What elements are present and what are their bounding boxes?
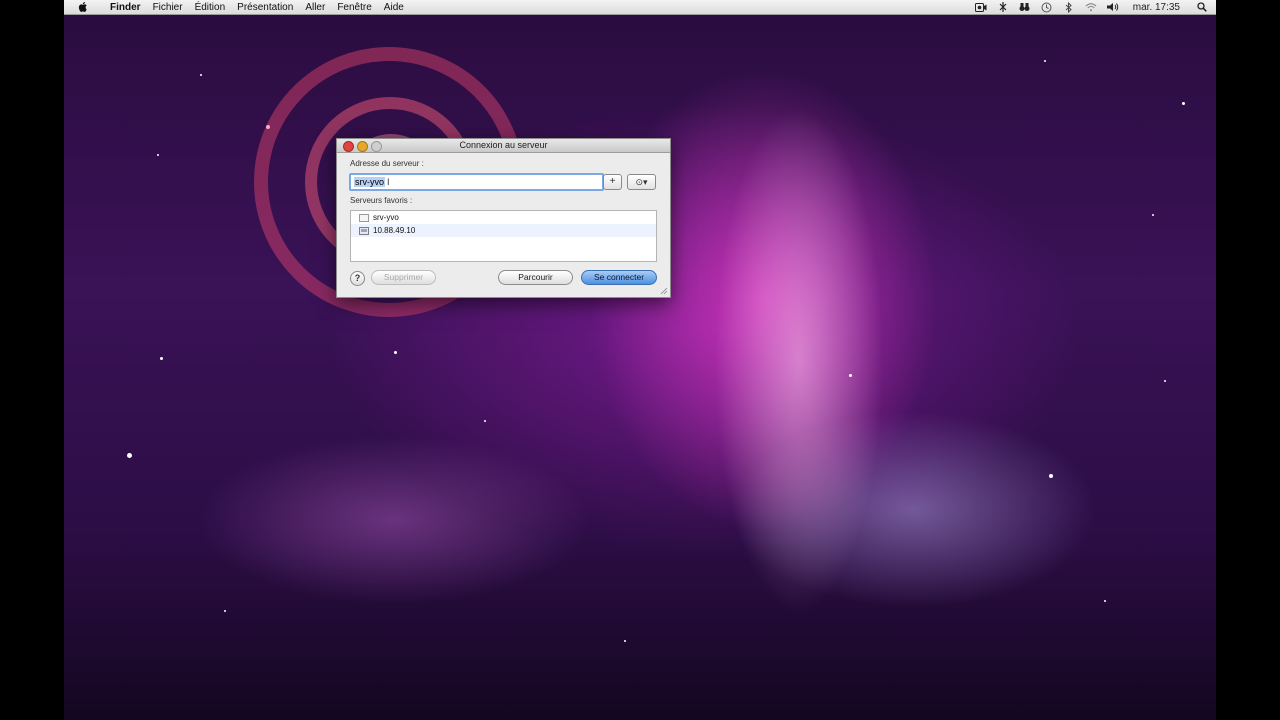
star (849, 374, 852, 377)
star (1152, 214, 1154, 216)
menu-aller[interactable]: Aller (299, 2, 331, 13)
star (1104, 600, 1106, 602)
favorite-server-name: 10.88.49.10 (373, 226, 416, 235)
dialog-titlebar[interactable]: Connexion au serveur (337, 139, 670, 153)
apple-menu-icon[interactable] (76, 1, 92, 13)
star (1182, 102, 1185, 105)
time-machine-icon[interactable] (1041, 2, 1053, 12)
star (157, 154, 159, 156)
bluetooth-icon[interactable] (1063, 1, 1075, 13)
server-address-input[interactable]: srv-yvo I (349, 173, 604, 191)
clock[interactable]: mar. 17:35 (1133, 2, 1180, 13)
binoculars-icon[interactable] (1019, 2, 1031, 12)
help-button[interactable]: ? (350, 271, 365, 286)
add-favorite-button[interactable]: + (603, 174, 622, 190)
screen-recorder-icon[interactable] (974, 2, 987, 12)
menu-aide[interactable]: Aide (378, 2, 410, 13)
menu-extras: mar. 17:35 (974, 0, 1208, 14)
favorite-server-name: srv-yvo (373, 213, 399, 222)
connect-to-server-dialog: Connexion au serveur Adresse du serveur … (336, 138, 671, 298)
menu-bar: Finder Fichier Édition Présentation Alle… (64, 0, 1216, 15)
server-icon (359, 226, 369, 235)
favorite-servers-list[interactable]: srv-yvo 10.88.49.10 (350, 210, 657, 262)
server-address-value: srv-yvo (354, 177, 385, 187)
browse-button[interactable]: Parcourir (498, 270, 573, 285)
star (1164, 380, 1166, 382)
list-item[interactable]: 10.88.49.10 (351, 224, 656, 237)
star (624, 640, 626, 642)
text-cursor-icon: I (387, 177, 390, 187)
close-window-icon[interactable] (343, 141, 354, 152)
zoom-window-icon[interactable] (371, 141, 382, 152)
minimize-window-icon[interactable] (357, 141, 368, 152)
desktop: Finder Fichier Édition Présentation Alle… (64, 0, 1216, 720)
star (394, 351, 397, 354)
menu-fichier[interactable]: Fichier (147, 2, 189, 13)
star (484, 420, 486, 422)
star (200, 74, 202, 76)
volume-icon[interactable] (1106, 2, 1119, 12)
favorite-servers-label: Serveurs favoris : (350, 196, 413, 205)
star (1049, 474, 1053, 478)
spotlight-icon[interactable] (1196, 2, 1208, 12)
menu-presentation[interactable]: Présentation (231, 2, 299, 13)
remove-button[interactable]: Supprimer (371, 270, 436, 285)
recent-servers-button[interactable]: ⊙▾ (627, 174, 656, 190)
server-address-label: Adresse du serveur : (350, 159, 424, 168)
wifi-icon[interactable] (1085, 2, 1097, 12)
list-item[interactable]: srv-yvo (351, 211, 656, 224)
star (160, 357, 163, 360)
star (127, 453, 132, 458)
star (224, 610, 226, 612)
connect-button[interactable]: Se connecter (581, 270, 657, 285)
menu-edition[interactable]: Édition (189, 2, 232, 13)
star (1044, 60, 1046, 62)
star (266, 125, 270, 129)
dialog-title: Connexion au serveur (459, 140, 548, 150)
bluetooth-sync-icon[interactable] (997, 2, 1009, 12)
menu-finder[interactable]: Finder (104, 2, 147, 13)
recent-servers-icon: ⊙▾ (635, 177, 648, 187)
resize-grip-icon[interactable] (660, 287, 668, 295)
menu-fenetre[interactable]: Fenêtre (331, 2, 377, 13)
server-icon (359, 213, 369, 222)
